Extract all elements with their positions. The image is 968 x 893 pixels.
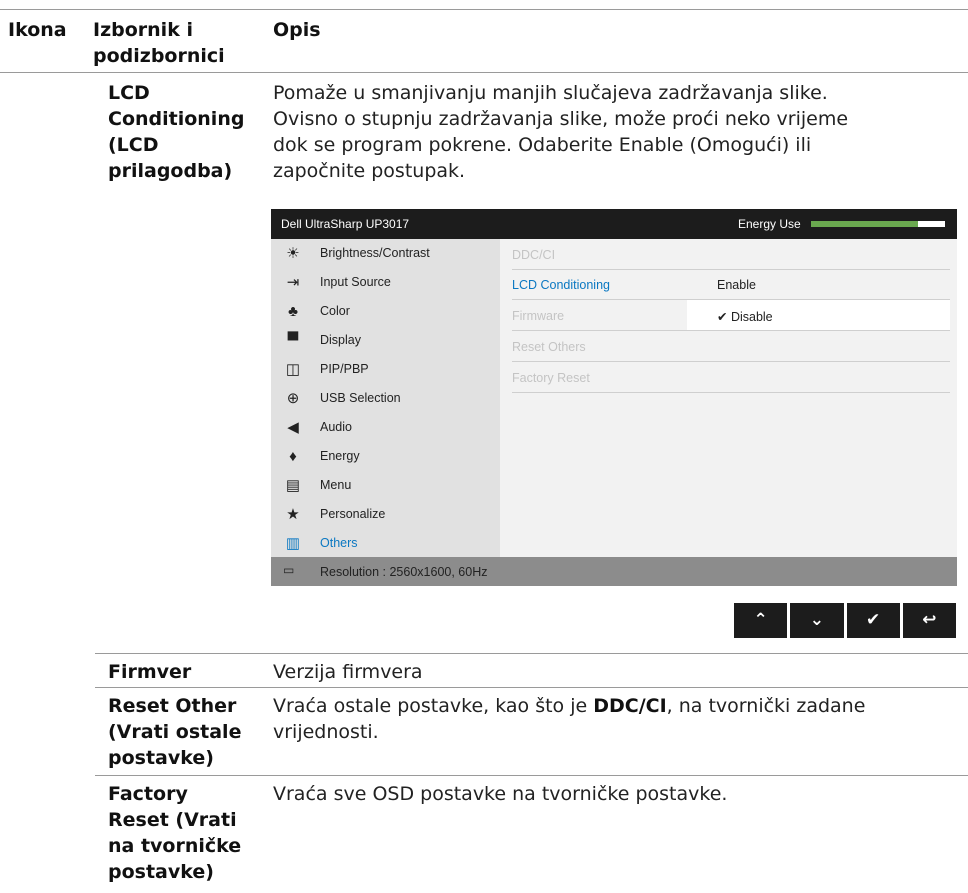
up-button[interactable]: ⌃ [734,603,788,638]
menu-item-label: Color [320,304,350,318]
row-firmware[interactable]: Firmware ✔ Disable [512,300,950,331]
down-button[interactable]: ⌄ [790,603,844,638]
lcd-desc-line2: Ovisno o stupnju zadržavanja slike, može… [273,108,849,130]
reset-other-desc-a: Vraća ostale postavke, kao što je [273,695,594,717]
factory-reset-term-line2: Reset (Vrati [108,809,237,831]
menu-item-personalize[interactable]: ★ Personalize [271,500,500,529]
menu-item-label: Audio [320,420,352,434]
row-lcd-conditioning[interactable]: LCD Conditioning Enable [512,269,950,300]
hdmi-icon: ▭ [283,563,295,577]
header-rule [0,72,968,73]
factory-reset-term-line1: Factory [108,783,188,805]
row-label: Reset Others [512,340,586,354]
header-menu-col-line1: Izbornik i [93,19,193,41]
back-icon: ↩ [922,610,937,630]
option-enable-label: Enable [717,278,756,292]
down-icon: ⌄ [809,610,824,630]
row-label: LCD Conditioning [512,278,610,292]
star-icon: ★ [286,506,300,523]
factory-reset-term-line3: na tvorničke [108,835,242,857]
menu-item-label: PIP/PBP [320,362,369,376]
menu-item-energy[interactable]: ♦ Energy [271,442,500,471]
menu-icon: ▤ [285,477,301,494]
reset-other-term-line2: (Vrati ostale [108,721,242,743]
brightness-icon: ☀ [286,245,300,262]
top-rule [0,9,968,10]
menu-item-brightness-contrast[interactable]: ☀ Brightness/Contrast [271,239,500,268]
color-icon: ♣ [288,303,298,320]
confirm-button[interactable]: ✔ [846,603,900,638]
option-enable[interactable]: Enable [687,269,950,299]
rule-firmver [95,653,968,654]
reset-other-desc-line2: vrijednosti. [273,721,379,743]
row-factory-reset[interactable]: Factory Reset [512,362,950,393]
pip-icon: ◫ [285,361,301,378]
display-icon: ▀ [287,332,299,349]
menu-item-label: Others [320,536,358,550]
osd-title-bar: Dell UltraSharp UP3017 Energy Use [271,209,957,239]
lcd-desc-line4: započnite postupak. [273,160,466,182]
others-icon: ▥ [285,535,301,552]
factory-reset-desc: Vraća sve OSD postavke na tvorničke post… [273,783,728,805]
row-label: DDC/CI [512,248,556,262]
menu-item-label: USB Selection [320,391,401,405]
menu-item-label: Brightness/Contrast [320,246,430,260]
row-reset-others[interactable]: Reset Others [512,331,950,362]
firmver-term: Firmver [108,661,192,683]
lcd-term-line4: prilagodba) [108,160,233,182]
option-disable[interactable]: ✔ Disable [687,300,950,330]
back-button[interactable]: ↩ [902,603,956,638]
menu-item-others[interactable]: ▥ Others [271,529,500,558]
firmver-desc: Verzija firmvera [273,661,423,683]
osd-model-name: Dell UltraSharp UP3017 [281,217,410,231]
menu-item-pip-pbp[interactable]: ◫ PIP/PBP [271,355,500,384]
osd-status-bar: ▭ Resolution : 2560x1600, 60Hz [271,557,957,586]
factory-reset-term-line4: postavke) [108,861,214,883]
energy-use-bar [811,221,945,227]
reset-other-desc-line1: Vraća ostale postavke, kao što je DDC/CI… [273,694,865,719]
energy-use-fill [811,221,919,227]
input-source-icon: ⇥ [286,274,300,291]
osd-nav-buttons: ⌃ ⌄ ✔ ↩ [734,603,956,638]
reset-other-desc-c: , na tvornički zadane [666,695,866,717]
lcd-term-line1: LCD [108,82,150,104]
reset-other-term-line3: postavke) [108,747,214,769]
lcd-term-line3: (LCD [108,134,159,156]
osd-menu: ☀ Brightness/Contrast ⇥ Input Source ♣ Color ▀… [271,239,500,557]
menu-item-display[interactable]: ▀ Display [271,326,500,355]
resolution-text: Resolution : 2560x1600, 60Hz [320,565,488,579]
check-icon: ✔ [866,610,881,630]
header-desc-col: Opis [273,19,321,41]
menu-item-label: Personalize [320,507,386,521]
option-disable-label: ✔ Disable [717,310,773,324]
usb-icon: ⊕ [286,390,300,407]
lcd-desc-line1: Pomaže u smanjivanju manjih slučajeva za… [273,82,828,104]
audio-icon: ◀ [287,419,299,436]
energy-icon: ♦ [289,448,297,465]
menu-item-audio[interactable]: ◀ Audio [271,413,500,442]
row-label: Firmware [512,309,565,323]
rule-factory-reset [95,775,968,776]
row-label: Factory Reset [512,371,590,385]
osd-screenshot: Dell UltraSharp UP3017 Energy Use ☀ Brigh… [271,209,957,586]
header-icon-col: Ikona [8,19,67,41]
menu-item-input-source[interactable]: ⇥ Input Source [271,268,500,297]
reset-other-desc-ddc: DDC/CI [593,695,667,717]
menu-item-label: Input Source [320,275,391,289]
menu-item-label: Menu [320,478,352,492]
reset-other-term-line1: Reset Other [108,695,237,717]
menu-item-menu[interactable]: ▤ Menu [271,471,500,500]
menu-item-color[interactable]: ♣ Color [271,297,500,326]
energy-use-label: Energy Use [738,217,801,231]
row-ddcci[interactable]: DDC/CI [512,239,950,270]
lcd-desc-line3: dok se program pokrene. Odaberite Enable… [273,134,812,156]
menu-item-label: Display [320,333,361,347]
header-menu-col-line2: podizbornici [93,45,225,67]
rule-reset-other [95,687,968,688]
menu-item-usb-selection[interactable]: ⊕ USB Selection [271,384,500,413]
up-icon: ⌃ [753,610,768,630]
osd-submenu: DDC/CI LCD Conditioning Enable Firmware … [500,239,957,557]
lcd-term-line2: Conditioning [108,108,245,130]
menu-item-label: Energy [320,449,360,463]
